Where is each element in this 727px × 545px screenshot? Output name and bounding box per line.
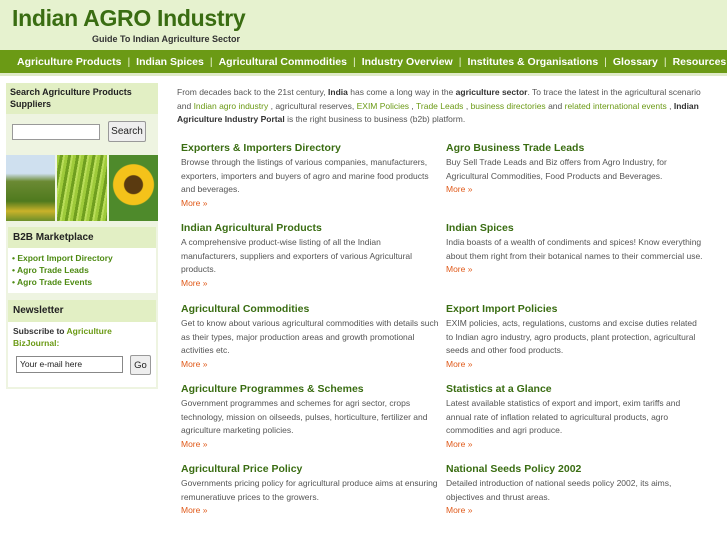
more-link[interactable]: More »: [181, 277, 439, 290]
nav-separator: |: [209, 55, 213, 68]
b2b-link-label: Agro Trade Leads: [17, 265, 89, 275]
more-link[interactable]: More »: [446, 438, 704, 451]
newsletter-heading: Newsletter: [8, 300, 156, 322]
nav-item-agriculture-products[interactable]: Agriculture Products: [17, 56, 121, 68]
nav-item-glossary[interactable]: Glossary: [613, 56, 658, 68]
field-photo: [6, 155, 56, 221]
nav-item-agricultural-commodities[interactable]: Agricultural Commodities: [219, 56, 347, 68]
card-description: India boasts of a wealth of condiments a…: [446, 237, 703, 261]
b2b-heading: B2B Marketplace: [8, 227, 156, 248]
newsletter-panel: Newsletter Subscribe to Agriculture BizJ…: [8, 300, 156, 387]
site-header: Indian AGRO Industry Guide To Indian Agr…: [0, 0, 727, 50]
card-price-policy: Agricultural Price Policy Governments pr…: [181, 462, 439, 517]
card-description: Latest available statistics of export an…: [446, 398, 681, 435]
intro-link-exim-policies[interactable]: EXIM Policies: [357, 101, 409, 111]
card-title[interactable]: Statistics at a Glance: [446, 382, 704, 396]
card-seeds-policy: National Seeds Policy 2002 Detailed intr…: [446, 462, 704, 517]
b2b-panel: B2B Marketplace • Export Import Director…: [8, 227, 156, 293]
card-title[interactable]: Agriculture Programmes & Schemes: [181, 382, 439, 396]
more-link[interactable]: More »: [446, 263, 704, 276]
card-description: Buy Sell Trade Leads and Biz offers from…: [446, 157, 667, 181]
search-heading: Search Agriculture Products Suppliers: [6, 83, 158, 114]
b2b-link-agro-trade-leads[interactable]: • Agro Trade Leads: [8, 264, 156, 276]
nav-separator: |: [663, 55, 667, 68]
newsletter-text: Subscribe to Agriculture BizJournal:: [8, 322, 156, 349]
intro-paragraph: From decades back to the 21st century, I…: [177, 86, 709, 127]
card-agricultural-commodities: Agricultural Commodities Get to know abo…: [181, 302, 439, 371]
nav-item-indian-spices[interactable]: Indian Spices: [136, 56, 204, 68]
card-statistics: Statistics at a Glance Latest available …: [446, 382, 704, 451]
intro-link-agro-industry[interactable]: Indian agro industry: [194, 101, 269, 111]
more-link[interactable]: More »: [181, 438, 439, 451]
card-title[interactable]: Export Import Policies: [446, 302, 704, 316]
more-link[interactable]: More »: [446, 358, 704, 371]
intro-text: , agricultural reserves,: [270, 100, 355, 111]
card-indian-spices: Indian Spices India boasts of a wealth o…: [446, 221, 704, 276]
main-nav: Agriculture Products | Indian Spices | A…: [0, 50, 727, 73]
intro-text: has come a long way in the: [350, 87, 454, 97]
card-programmes-schemes: Agriculture Programmes & Schemes Governm…: [181, 382, 439, 451]
b2b-link-export-import-directory[interactable]: • Export Import Directory: [8, 252, 156, 264]
search-input[interactable]: [12, 124, 100, 140]
intro-text: is the right business to business (b2b) …: [287, 114, 466, 124]
more-link[interactable]: More »: [446, 504, 704, 517]
nav-separator: |: [127, 55, 131, 68]
sunflower-photo: [108, 155, 158, 221]
newsletter-link[interactable]: Agriculture: [67, 326, 112, 336]
intro-link-international-events[interactable]: related international events: [565, 101, 667, 111]
card-description: EXIM policies, acts, regulations, custom…: [446, 318, 697, 355]
card-title[interactable]: Indian Spices: [446, 221, 704, 235]
sidebar: Search Agriculture Products Suppliers Se…: [6, 83, 158, 389]
intro-bold: agriculture sector: [455, 87, 528, 97]
card-trade-leads: Agro Business Trade Leads Buy Sell Trade…: [446, 141, 704, 196]
intro-bold: India: [328, 87, 348, 97]
intro-text: ,: [669, 100, 672, 111]
go-button[interactable]: Go: [130, 355, 151, 375]
search-button[interactable]: Search: [108, 121, 146, 142]
nav-divider: [0, 73, 727, 76]
intro-text: ,: [411, 100, 414, 111]
nav-separator: |: [352, 55, 356, 68]
intro-link-trade-leads[interactable]: Trade Leads: [416, 101, 463, 111]
card-description: Government programmes and schemes for ag…: [181, 398, 428, 435]
card-description: Governments pricing policy for agricultu…: [181, 478, 438, 502]
card-agricultural-products: Indian Agricultural Products A comprehen…: [181, 221, 439, 290]
card-exporters-importers: Exporters & Importers Directory Browse t…: [181, 141, 439, 210]
more-link[interactable]: More »: [181, 358, 439, 371]
card-title[interactable]: Exporters & Importers Directory: [181, 141, 439, 155]
card-description: Browse through the listings of various c…: [181, 157, 429, 194]
card-title[interactable]: Agricultural Price Policy: [181, 462, 439, 476]
site-title[interactable]: Indian AGRO Industry: [12, 5, 246, 32]
wheat-photo: [57, 155, 107, 221]
more-link[interactable]: More »: [181, 504, 439, 517]
email-field[interactable]: Your e-mail here: [16, 356, 123, 373]
card-title[interactable]: Agro Business Trade Leads: [446, 141, 704, 155]
more-link[interactable]: More »: [446, 183, 704, 196]
b2b-link-label: Agro Trade Events: [17, 277, 93, 287]
nav-item-resources[interactable]: Resources: [673, 56, 727, 68]
intro-text: From decades back to the 21st century,: [177, 87, 326, 97]
intro-text: and: [548, 100, 563, 111]
card-title[interactable]: National Seeds Policy 2002: [446, 462, 704, 476]
nav-separator: |: [458, 55, 462, 68]
nav-item-institutes[interactable]: Institutes & Organisations: [467, 56, 598, 68]
nav-item-industry-overview[interactable]: Industry Overview: [362, 56, 453, 68]
intro-text: ,: [465, 100, 469, 111]
newsletter-text-prefix: Subscribe to: [13, 326, 65, 336]
photo-strip: [6, 155, 158, 221]
card-export-import-policies: Export Import Policies EXIM policies, ac…: [446, 302, 704, 371]
card-description: Get to know about various agricultural c…: [181, 318, 439, 355]
b2b-link-label: Export Import Directory: [17, 253, 113, 263]
more-link[interactable]: More »: [181, 197, 439, 210]
card-description: Detailed introduction of national seeds …: [446, 478, 672, 502]
b2b-link-agro-trade-events[interactable]: • Agro Trade Events: [8, 276, 156, 288]
search-panel: Search Agriculture Products Suppliers Se…: [6, 83, 158, 146]
card-title[interactable]: Indian Agricultural Products: [181, 221, 439, 235]
intro-link-business-directories[interactable]: business directories: [471, 101, 546, 111]
card-description: A comprehensive product-wise listing of …: [181, 237, 413, 274]
newsletter-text-suffix[interactable]: BizJournal:: [13, 338, 59, 348]
site-subtitle: Guide To Indian Agriculture Sector: [92, 34, 241, 44]
nav-separator: |: [604, 55, 607, 68]
card-title[interactable]: Agricultural Commodities: [181, 302, 439, 316]
